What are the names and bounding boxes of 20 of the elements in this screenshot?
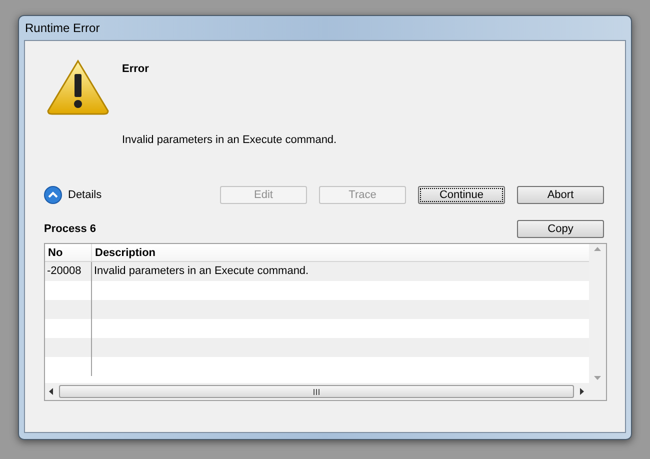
dialog-button[interactable]: Abort (517, 186, 604, 204)
grip-icon (313, 388, 320, 394)
process-title: Process 6 (44, 222, 96, 237)
scrollbar-thumb[interactable] (59, 385, 574, 398)
scroll-right-icon[interactable] (580, 388, 584, 395)
table-cell-text: Invalid parameters in an Execute command. (93, 264, 310, 279)
details-toggle[interactable]: Details (44, 186, 220, 204)
window-title: Runtime Error (24, 20, 100, 37)
scroll-up-icon[interactable] (594, 247, 601, 251)
vertical-scrollbar[interactable] (589, 244, 606, 383)
copy-button[interactable]: Copy (517, 220, 604, 238)
column-header[interactable]: Description (92, 244, 589, 261)
error-message: Invalid parameters in an Execute command. (122, 132, 337, 148)
horizontal-scrollbar[interactable] (45, 383, 606, 400)
dialog-button[interactable]: Continue (418, 186, 505, 204)
warning-icon (46, 59, 110, 115)
scroll-left-icon[interactable] (49, 388, 53, 395)
column-header[interactable]: No (45, 244, 92, 261)
scroll-down-icon[interactable] (594, 376, 601, 380)
error-heading: Error (122, 62, 150, 77)
